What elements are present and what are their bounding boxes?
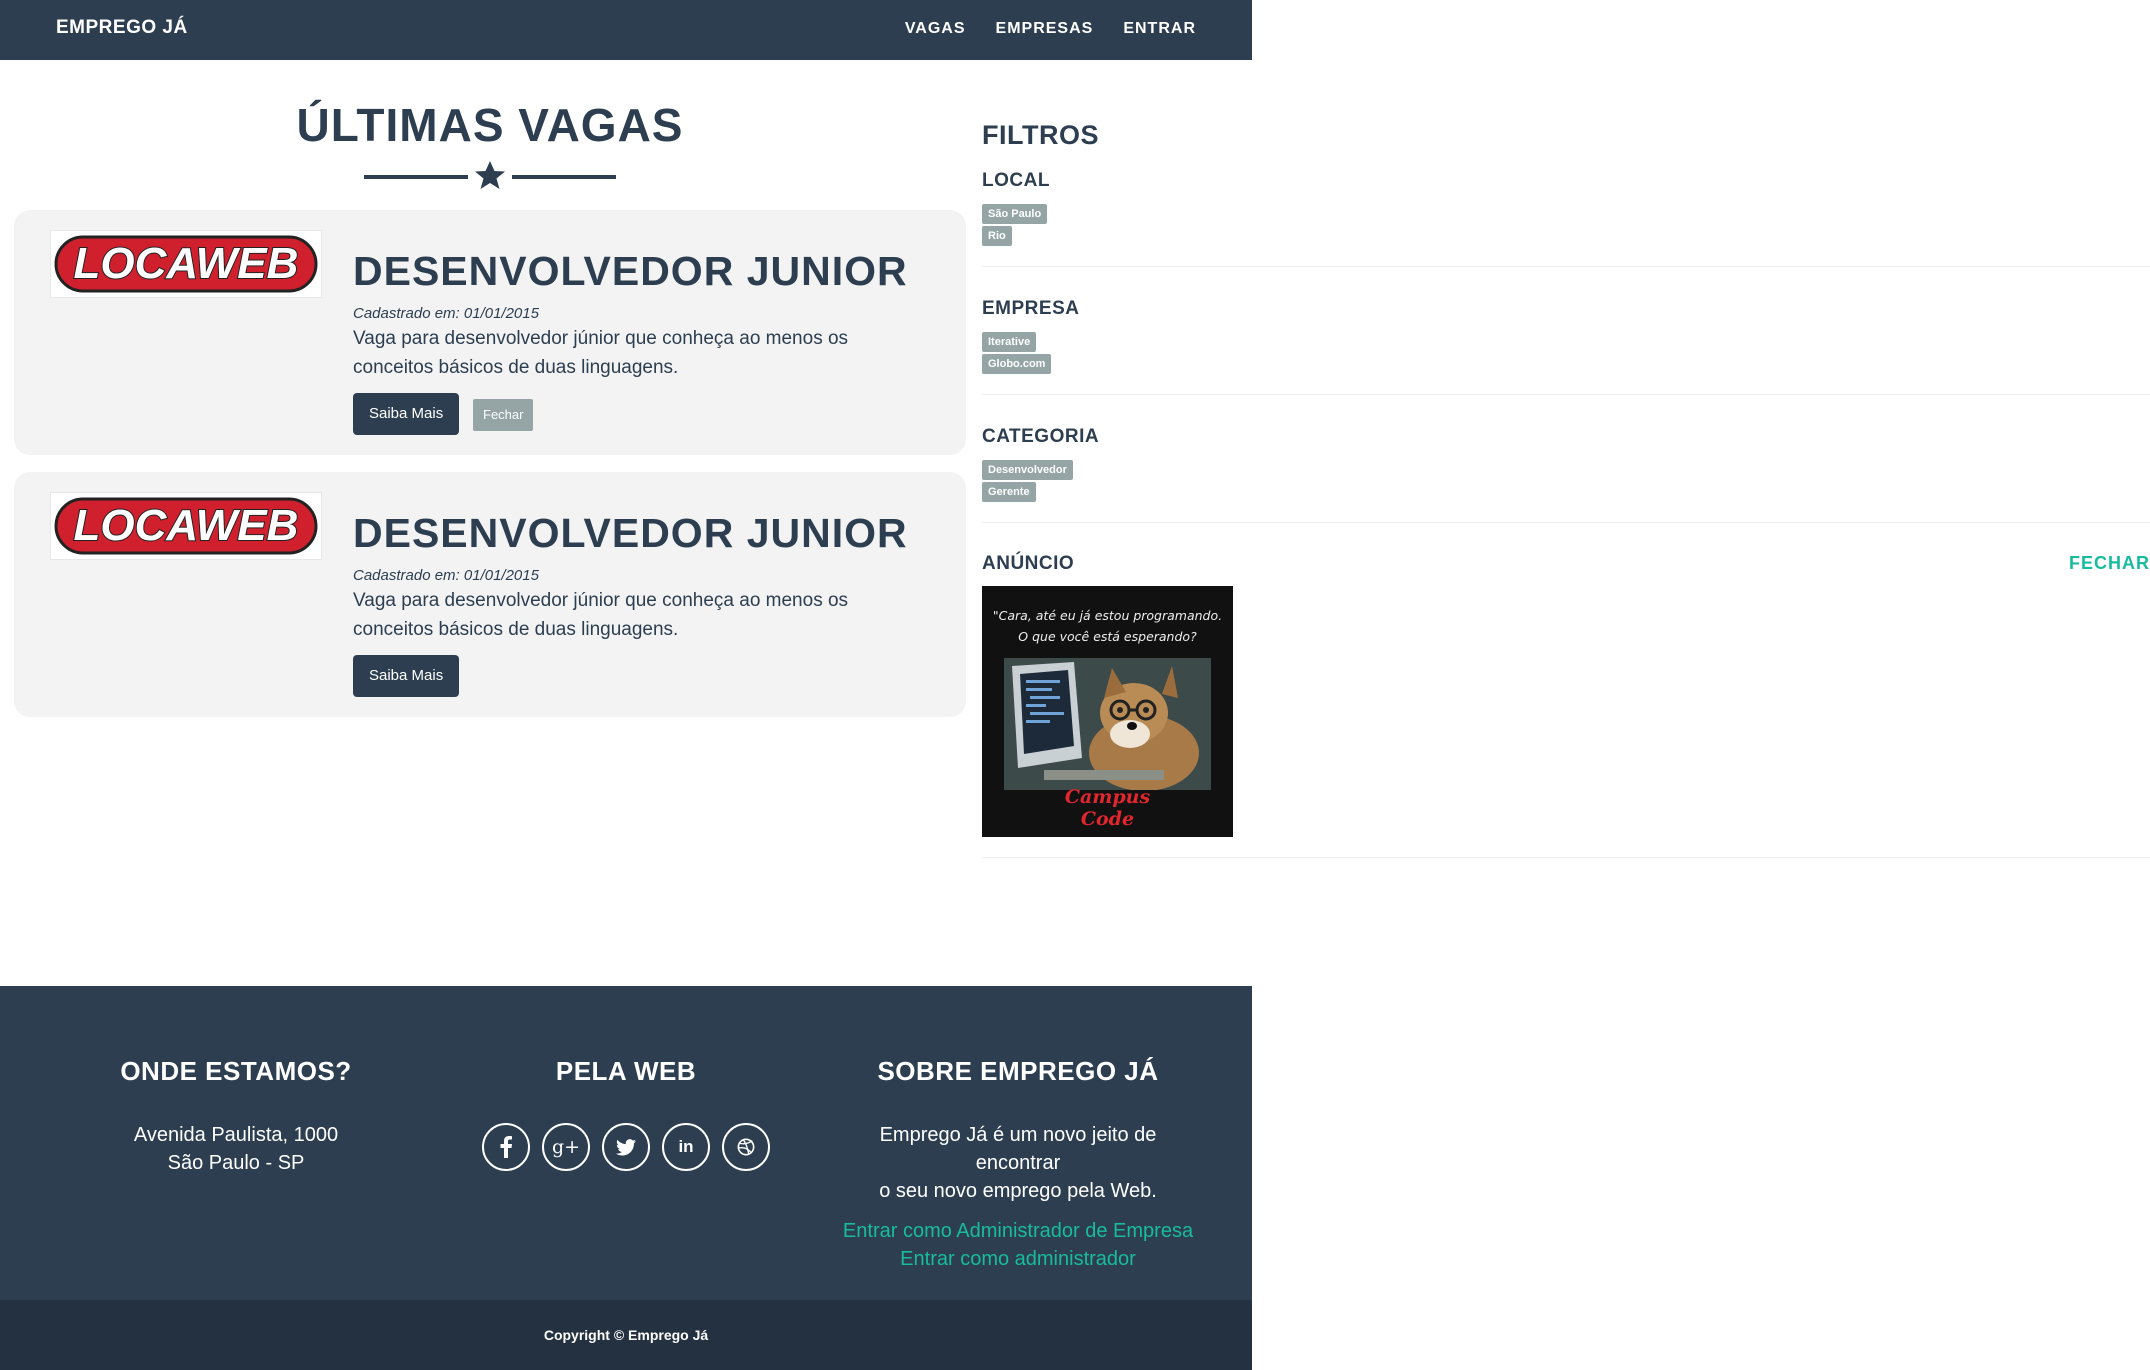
dog-computer-photo [1004,658,1211,790]
nav-empresas[interactable]: EMPRESAS [996,20,1094,38]
saiba-mais-button[interactable]: Saiba Mais [353,655,460,697]
footer: ONDE ESTAMOS? Avenida Paulista, 1000 São… [0,986,1252,1300]
job-card: LOCAWEB DESENVOLVEDOR JUNIOR Cadastrado … [14,472,966,717]
footer-admin-links: Entrar como Administrador de Empresa Ent… [838,1217,1198,1273]
filter-tag[interactable]: Desenvolvedor [982,460,1073,480]
address-line: São Paulo - SP [167,1152,305,1174]
company-logo[interactable]: LOCAWEB [50,492,322,560]
filters-title: FILTROS [982,120,1099,150]
divider [982,266,2150,267]
star-icon [475,161,505,189]
address-line: Avenida Paulista, 1000 [133,1124,339,1146]
dribbble-icon[interactable] [722,1123,770,1171]
divider [982,857,2150,858]
job-date: Cadastrado em: 01/01/2015 [353,305,539,322]
job-card: LOCAWEB DESENVOLVEDOR JUNIOR Cadastrado … [14,210,966,455]
linkedin-icon[interactable]: in [662,1123,710,1171]
nav-links: VAGAS EMPRESAS ENTRAR [905,20,1196,38]
twitter-icon[interactable] [602,1123,650,1171]
divider [982,394,2150,395]
filter-tag[interactable]: Iterative [982,332,1037,352]
job-date: Cadastrado em: 01/01/2015 [353,567,539,584]
ad-brand-line: Campus [1064,786,1151,808]
filter-tag[interactable]: Gerente [982,482,1036,502]
divider [982,522,2150,523]
ad-banner[interactable]: "Cara, até eu já estou programando. O qu… [982,586,1233,837]
filter-categoria-title: CATEGORIA [982,426,1100,447]
footer-web: PELA WEB g+ in [446,1056,806,1171]
svg-text:LOCAWEB: LOCAWEB [74,501,299,550]
admin-link[interactable]: Entrar como administrador [838,1245,1198,1273]
social-links: g+ in [446,1123,806,1171]
brand-logo[interactable]: EMPREGO JÁ [56,17,188,39]
footer-about: SOBRE EMPREGO JÁ Emprego Já é um novo je… [838,1056,1198,1273]
copyright: Copyright © Emprego Já [0,1300,1252,1370]
google-plus-icon[interactable]: g+ [542,1123,590,1171]
navbar: EMPREGO JÁ VAGAS EMPRESAS ENTRAR [0,0,1252,60]
fechar-button[interactable]: Fechar [473,399,534,431]
about-line: Emprego Já é um novo jeito de encontrar [879,1124,1157,1174]
ad-brand-line: Code [1080,808,1135,830]
job-description: Vaga para desenvolvedor júnior que conhe… [353,328,849,378]
section-title: ÚLTIMAS VAGAS [296,99,684,151]
filter-tag[interactable]: Rio [982,226,1012,246]
filter-local-title: LOCAL [982,170,1050,191]
job-description: Vaga para desenvolvedor júnior que conhe… [353,590,849,640]
title-divider [364,160,616,190]
footer-address: Avenida Paulista, 1000 São Paulo - SP [56,1121,416,1177]
company-logo[interactable]: LOCAWEB [50,230,322,298]
filter-tag[interactable]: São Paulo [982,204,1048,224]
about-line: o seu novo emprego pela Web. [879,1180,1157,1202]
footer-web-title: PELA WEB [555,1056,697,1086]
filter-empresa-title: EMPRESA [982,298,1080,319]
nav-entrar[interactable]: ENTRAR [1123,20,1196,38]
saiba-mais-button[interactable]: Saiba Mais [353,393,460,435]
filter-tag[interactable]: Globo.com [982,354,1052,374]
job-title[interactable]: DESENVOLVEDOR JUNIOR [353,248,908,295]
ad-close-link[interactable]: FECHAR [2069,553,2150,574]
ad-quote-line: "Cara, até eu já estou programando. [992,608,1223,623]
svg-text:LOCAWEB: LOCAWEB [74,239,299,288]
footer-location: ONDE ESTAMOS? Avenida Paulista, 1000 São… [56,1056,416,1177]
footer-about-text: Emprego Já é um novo jeito de encontrar … [838,1121,1198,1205]
ad-quote-line: O que você está esperando? [1018,629,1197,644]
ad-title: ANÚNCIO [982,553,1075,574]
job-title[interactable]: DESENVOLVEDOR JUNIOR [353,510,908,557]
facebook-icon[interactable] [482,1123,530,1171]
company-admin-link[interactable]: Entrar como Administrador de Empresa [838,1217,1198,1245]
nav-vagas[interactable]: VAGAS [905,20,966,38]
footer-location-title: ONDE ESTAMOS? [120,1056,352,1086]
footer-about-title: SOBRE EMPREGO JÁ [877,1056,1159,1086]
